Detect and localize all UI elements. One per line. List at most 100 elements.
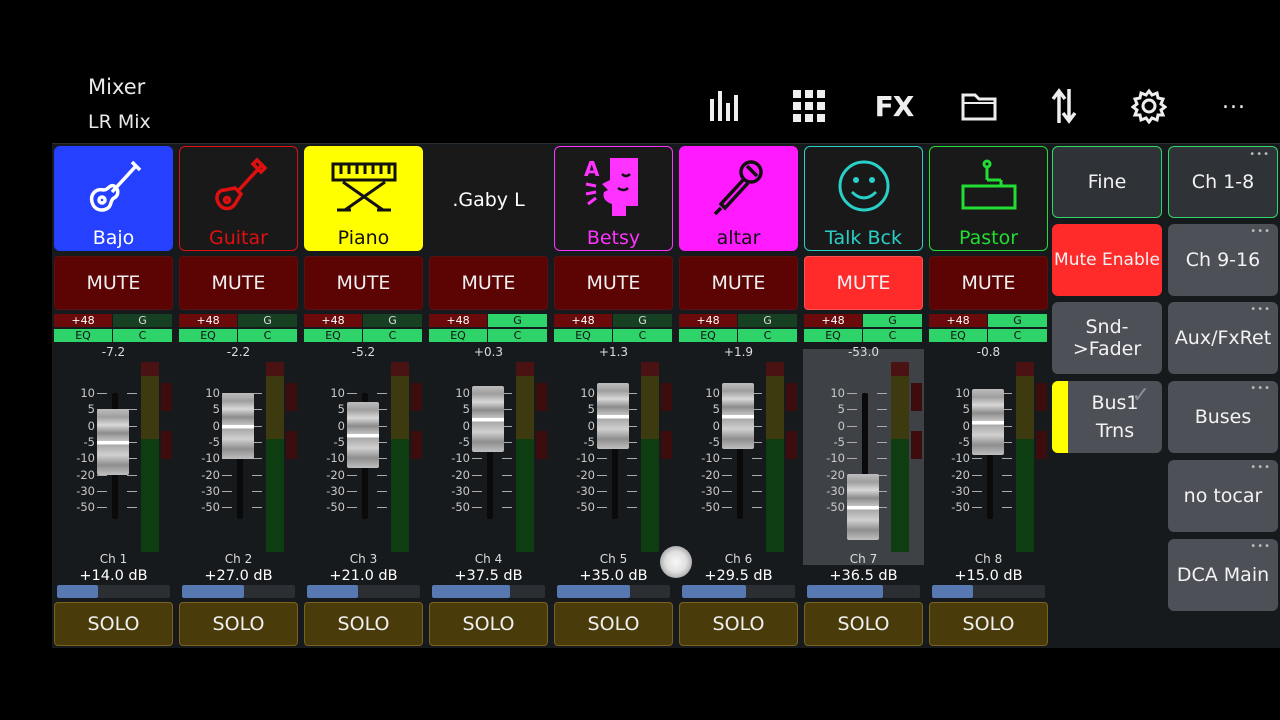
channel-name-button[interactable]: Bajo <box>54 146 173 251</box>
gain-bar[interactable] <box>57 585 170 598</box>
bus1-trns-button[interactable]: ✓ Bus1 Trns <box>1052 381 1162 453</box>
compressor-toggle[interactable]: C <box>613 329 672 342</box>
mute-button[interactable]: MUTE <box>679 256 798 310</box>
phantom-power-toggle[interactable]: +48 <box>929 314 987 327</box>
channel-name-button[interactable]: Pastor <box>929 146 1048 251</box>
compressor-toggle[interactable]: C <box>738 329 797 342</box>
more-dots-icon[interactable]: ••• <box>1250 305 1271 315</box>
more-dots-icon[interactable]: ••• <box>1250 542 1271 552</box>
fine-button[interactable]: Fine <box>1052 146 1162 218</box>
pan-value[interactable]: -0.8 <box>928 345 1049 359</box>
channel-name-button[interactable]: Talk Bck <box>804 146 923 251</box>
pan-value[interactable]: +1.3 <box>553 345 674 359</box>
pan-value[interactable]: +1.9 <box>678 345 799 359</box>
gate-toggle[interactable]: G <box>988 314 1047 327</box>
phantom-power-toggle[interactable]: +48 <box>804 314 862 327</box>
eq-toggle[interactable]: EQ <box>804 329 862 342</box>
channel-name-button[interactable]: A Betsy <box>554 146 673 251</box>
mute-button[interactable]: MUTE <box>179 256 298 310</box>
pan-value[interactable]: -2.2 <box>178 345 299 359</box>
fader-knob[interactable] <box>472 386 504 453</box>
compressor-toggle[interactable]: C <box>863 329 922 342</box>
mute-button[interactable]: MUTE <box>554 256 673 310</box>
solo-button[interactable]: SOLO <box>304 602 423 646</box>
solo-button[interactable]: SOLO <box>679 602 798 646</box>
mute-button[interactable]: MUTE <box>429 256 548 310</box>
eq-toggle[interactable]: EQ <box>179 329 237 342</box>
solo-button[interactable]: SOLO <box>54 602 173 646</box>
solo-button[interactable]: SOLO <box>179 602 298 646</box>
fx-button[interactable]: FX <box>870 82 918 130</box>
solo-button[interactable]: SOLO <box>929 602 1048 646</box>
fader-knob[interactable] <box>847 474 879 541</box>
eq-toggle[interactable]: EQ <box>54 329 112 342</box>
eq-toggle[interactable]: EQ <box>304 329 362 342</box>
compressor-toggle[interactable]: C <box>238 329 297 342</box>
mute-enable-button[interactable]: Mute Enable <box>1052 224 1162 296</box>
mute-button[interactable]: MUTE <box>804 256 923 310</box>
channel-name-button[interactable]: altar <box>679 146 798 251</box>
more-dots-icon[interactable]: ••• <box>1250 384 1271 394</box>
more-button[interactable]: ... <box>1210 82 1258 130</box>
compressor-toggle[interactable]: C <box>488 329 547 342</box>
bank-button[interactable]: ••• Aux/FxRet <box>1168 302 1278 374</box>
gain-bar[interactable] <box>432 585 545 598</box>
phantom-power-toggle[interactable]: +48 <box>554 314 612 327</box>
pan-value[interactable]: -7.2 <box>53 345 174 359</box>
bank-button[interactable]: ••• Ch 1-8 <box>1168 146 1278 218</box>
mix-subtitle[interactable]: LR Mix <box>88 111 151 133</box>
phantom-power-toggle[interactable]: +48 <box>679 314 737 327</box>
compressor-toggle[interactable]: C <box>113 329 172 342</box>
bank-button[interactable]: ••• Ch 9-16 <box>1168 224 1278 296</box>
channel-name-button[interactable]: Piano <box>304 146 423 251</box>
more-dots-icon[interactable]: ••• <box>1250 227 1271 237</box>
grid-icon[interactable] <box>785 82 833 130</box>
fader-knob[interactable] <box>222 392 254 459</box>
snd-fader-button[interactable]: Snd->Fader <box>1052 302 1162 374</box>
eq-toggle[interactable]: EQ <box>554 329 612 342</box>
gain-bar[interactable] <box>682 585 795 598</box>
more-dots-icon[interactable]: ••• <box>1249 150 1270 160</box>
fader-knob[interactable] <box>347 402 379 469</box>
mute-button[interactable]: MUTE <box>54 256 173 310</box>
gate-toggle[interactable]: G <box>738 314 797 327</box>
gate-toggle[interactable]: G <box>113 314 172 327</box>
bank-button[interactable]: ••• no tocar <box>1168 460 1278 532</box>
compressor-toggle[interactable]: C <box>988 329 1047 342</box>
gain-bar[interactable] <box>557 585 670 598</box>
folder-icon[interactable] <box>955 82 1003 130</box>
eq-toggle[interactable]: EQ <box>429 329 487 342</box>
bank-button[interactable]: ••• DCA Main <box>1168 539 1278 611</box>
mute-button[interactable]: MUTE <box>304 256 423 310</box>
phantom-power-toggle[interactable]: +48 <box>429 314 487 327</box>
gate-toggle[interactable]: G <box>488 314 547 327</box>
gain-bar[interactable] <box>807 585 920 598</box>
solo-button[interactable]: SOLO <box>804 602 923 646</box>
fader-knob[interactable] <box>722 382 754 449</box>
solo-button[interactable]: SOLO <box>554 602 673 646</box>
fader-knob[interactable] <box>97 408 129 475</box>
fader-knob[interactable] <box>972 389 1004 456</box>
pan-value[interactable]: -53.0 <box>803 345 924 359</box>
gain-bar[interactable] <box>182 585 295 598</box>
gain-bar[interactable] <box>307 585 420 598</box>
gear-icon[interactable] <box>1125 82 1173 130</box>
routing-icon[interactable] <box>1040 82 1088 130</box>
channel-name-button[interactable]: Guitar <box>179 146 298 251</box>
solo-button[interactable]: SOLO <box>429 602 548 646</box>
bank-button[interactable]: ••• Buses <box>1168 381 1278 453</box>
pan-value[interactable]: +0.3 <box>428 345 549 359</box>
channel-name-button[interactable]: .Gaby L <box>429 146 548 251</box>
compressor-toggle[interactable]: C <box>363 329 422 342</box>
pan-value[interactable]: -5.2 <box>303 345 424 359</box>
gain-bar[interactable] <box>932 585 1045 598</box>
phantom-power-toggle[interactable]: +48 <box>179 314 237 327</box>
meters-icon[interactable] <box>700 82 748 130</box>
gate-toggle[interactable]: G <box>363 314 422 327</box>
eq-toggle[interactable]: EQ <box>929 329 987 342</box>
more-dots-icon[interactable]: ••• <box>1250 463 1271 473</box>
phantom-power-toggle[interactable]: +48 <box>54 314 112 327</box>
gate-toggle[interactable]: G <box>238 314 297 327</box>
eq-toggle[interactable]: EQ <box>679 329 737 342</box>
gate-toggle[interactable]: G <box>613 314 672 327</box>
